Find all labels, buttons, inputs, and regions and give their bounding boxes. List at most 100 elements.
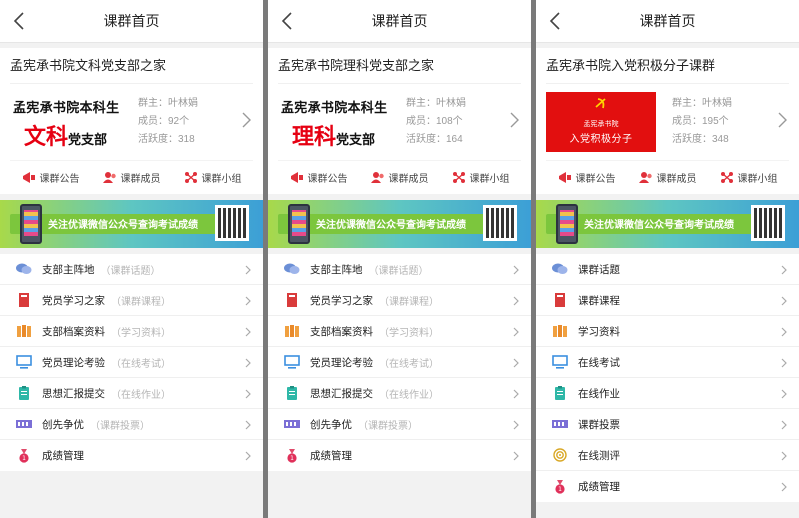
group-info-row[interactable]: 孟宪承书院 入党积极分子 群主：叶林娟 成员：195个 活跃度：348 (546, 84, 789, 160)
people-icon (102, 171, 117, 184)
back-arrow-icon[interactable] (548, 12, 562, 30)
menu-item-label: 课群话题 (578, 263, 620, 276)
menu-item-label: 党员理论考验 (42, 356, 105, 369)
ticket-icon (284, 417, 300, 431)
menu-item[interactable]: 1 成绩管理 (0, 440, 263, 471)
ticket-icon (552, 417, 568, 431)
menu-item[interactable]: 在线测评 (536, 440, 799, 471)
qr-code-icon (483, 205, 517, 241)
group-actions: 课群公告 课群成员 课群小组 (278, 160, 521, 194)
group-info-row[interactable]: 孟宪承书院本科生 文科党支部 群主：叶林娟 成员：92个 活跃度：318 (10, 84, 253, 160)
group-members: 成员：92个 (138, 116, 190, 127)
action-label: 课群成员 (120, 174, 161, 185)
page-title: 课群首页 (371, 13, 428, 29)
chat-icon (16, 262, 32, 276)
medal-icon: 1 (16, 448, 32, 463)
folder-icon (284, 324, 300, 338)
logo-branch: 理科党支部 (292, 119, 375, 151)
page-title: 课群首页 (639, 13, 696, 29)
menu-item[interactable]: 1 成绩管理 (268, 440, 531, 471)
menu-item-label: 思想汇报提交 (310, 387, 373, 400)
people-icon (370, 171, 385, 184)
announcement-button[interactable]: 课群公告 (558, 170, 616, 185)
menu-item[interactable]: 党员学习之家 （课群课程） (268, 285, 531, 316)
chevron-right-icon (781, 265, 787, 275)
chevron-right-icon (781, 451, 787, 461)
action-label: 课群公告 (39, 174, 80, 185)
menu-item-sublabel: （在线考试） (111, 358, 171, 370)
menu-item[interactable]: 在线考试 (536, 347, 799, 378)
megaphone-icon (290, 171, 304, 184)
menu-item[interactable]: 创先争优 （课群投票） (268, 409, 531, 440)
group-info-row[interactable]: 孟宪承书院本科生 理科党支部 群主：叶林娟 成员：108个 活跃度：164 (278, 84, 521, 160)
menu-item[interactable]: 支部档案资料 （学习资料） (268, 316, 531, 347)
menu-item[interactable]: 课群投票 (536, 409, 799, 440)
menu-item[interactable]: 在线作业 (536, 378, 799, 409)
menu-item[interactable]: 思想汇报提交 （在线作业） (268, 378, 531, 409)
chevron-right-icon (513, 296, 519, 306)
members-button[interactable]: 课群成员 (102, 170, 161, 185)
groups-button[interactable]: 课群小组 (720, 170, 778, 185)
feature-menu: 课群话题 课群课程 学习资料 在线考试 在线作业 课群投票 在线测评 1 成绩管… (536, 254, 799, 502)
menu-item[interactable]: 支部主阵地 （课群话题） (0, 254, 263, 285)
announcement-button[interactable]: 课群公告 (22, 170, 80, 185)
members-button[interactable]: 课群成员 (638, 170, 697, 185)
menu-item[interactable]: 支部主阵地 （课群话题） (268, 254, 531, 285)
target-icon (552, 448, 568, 462)
menu-item[interactable]: 学习资料 (536, 316, 799, 347)
menu-item[interactable]: 创先争优 （课群投票） (0, 409, 263, 440)
menu-item-label: 在线作业 (578, 387, 620, 400)
phone-screen: 课群首页 孟宪承书院文科党支部之家 孟宪承书院本科生 文科党支部 群主：叶林娟 … (0, 0, 263, 518)
back-arrow-icon[interactable] (12, 12, 26, 30)
wechat-banner[interactable]: 关注优课微信公众号查询考试成绩 (536, 200, 799, 248)
menu-item-label: 课群投票 (578, 418, 620, 431)
groups-button[interactable]: 课群小组 (184, 170, 242, 185)
wechat-banner[interactable]: 关注优课微信公众号查询考试成绩 (268, 200, 531, 248)
action-label: 课群小组 (737, 174, 778, 185)
group-owner: 群主：叶林娟 (406, 98, 466, 109)
nav-bar: 课群首页 (0, 0, 263, 43)
phone-illustration-icon (288, 204, 310, 244)
members-button[interactable]: 课群成员 (370, 170, 429, 185)
chevron-right-icon (781, 296, 787, 306)
group-card: 孟宪承书院文科党支部之家 孟宪承书院本科生 文科党支部 群主：叶林娟 成员：92… (0, 48, 263, 194)
chevron-right-icon (242, 112, 251, 128)
menu-item-label: 支部档案资料 (42, 325, 105, 338)
chevron-right-icon (245, 389, 251, 399)
megaphone-icon (558, 171, 572, 184)
svg-text:1: 1 (22, 455, 26, 462)
group-name: 孟宪承书院文科党支部之家 (10, 48, 253, 84)
menu-item[interactable]: 思想汇报提交 （在线作业） (0, 378, 263, 409)
menu-item-sublabel: （在线考试） (379, 358, 439, 370)
group-stats: 群主：叶林娟 成员：108个 活跃度：164 (406, 95, 466, 149)
wechat-banner[interactable]: 关注优课微信公众号查询考试成绩 (0, 200, 263, 248)
chevron-right-icon (510, 112, 519, 128)
menu-item-label: 党员理论考验 (310, 356, 373, 369)
action-label: 课群公告 (575, 174, 616, 185)
chat-icon (552, 262, 568, 276)
chevron-right-icon (513, 327, 519, 337)
action-label: 课群成员 (656, 174, 697, 185)
menu-item[interactable]: 党员理论考验 （在线考试） (268, 347, 531, 378)
action-label: 课群小组 (469, 174, 510, 185)
banner-text: 关注优课微信公众号查询考试成绩 (48, 220, 198, 231)
chevron-right-icon (513, 420, 519, 430)
phone-screen: 课群首页 孟宪承书院理科党支部之家 孟宪承书院本科生 理科党支部 群主：叶林娟 … (268, 0, 531, 518)
groups-button[interactable]: 课群小组 (452, 170, 510, 185)
menu-item-label: 支部档案资料 (310, 325, 373, 338)
menu-item[interactable]: 党员学习之家 （课群课程） (0, 285, 263, 316)
back-arrow-icon[interactable] (280, 12, 294, 30)
group-logo: 孟宪承书院本科生 理科党支部 (278, 91, 390, 153)
logo-title: 孟宪承书院本科生 (13, 100, 120, 115)
menu-item[interactable]: 课群课程 (536, 285, 799, 316)
announcement-button[interactable]: 课群公告 (290, 170, 348, 185)
clipboard-icon (552, 386, 568, 400)
folder-icon (16, 324, 32, 338)
nav-bar: 课群首页 (268, 0, 531, 43)
menu-item[interactable]: 课群话题 (536, 254, 799, 285)
menu-item[interactable]: 支部档案资料 （学习资料） (0, 316, 263, 347)
menu-item-sublabel: （课群话题） (368, 265, 429, 277)
menu-item[interactable]: 1 成绩管理 (536, 471, 799, 502)
menu-item[interactable]: 党员理论考验 （在线考试） (0, 347, 263, 378)
chevron-right-icon (245, 296, 251, 306)
